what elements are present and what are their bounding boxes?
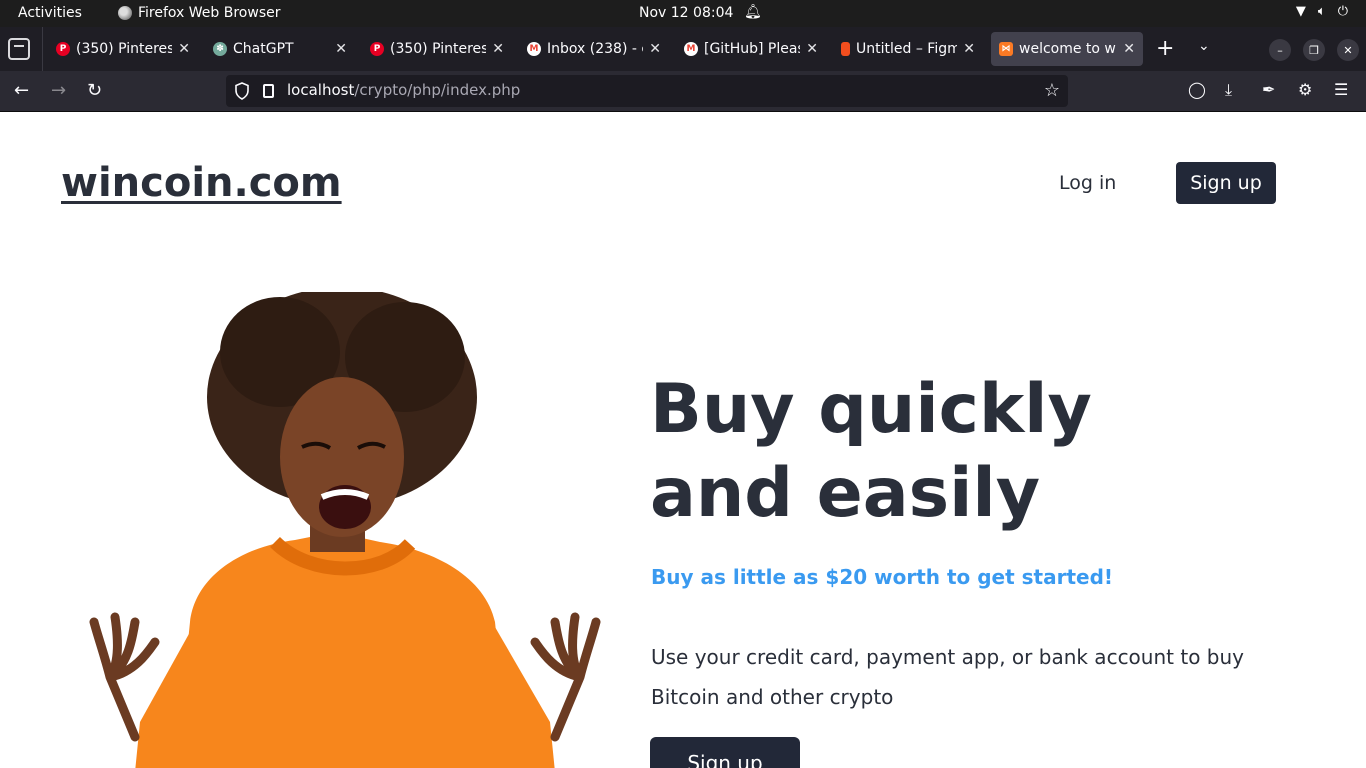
- tab-title: Inbox (238) - co: [547, 41, 643, 57]
- tab[interactable]: ✽ ChatGPT ✕: [205, 32, 355, 66]
- close-icon[interactable]: ✕: [178, 41, 190, 57]
- gmail-icon: M: [527, 42, 541, 56]
- tab-title: [GitHub] Please: [704, 41, 800, 57]
- tab-title: Untitled – Figm: [856, 41, 958, 57]
- tab-title: welcome to wir: [1019, 41, 1118, 57]
- hero-signup-button[interactable]: Sign up: [650, 737, 800, 768]
- color-picker-icon[interactable]: ✒: [1262, 80, 1275, 99]
- list-all-tabs-icon[interactable]: ⌄: [1198, 38, 1210, 54]
- shield-icon[interactable]: [234, 82, 250, 100]
- close-icon[interactable]: ✕: [335, 41, 347, 57]
- reload-icon[interactable]: ↻: [87, 80, 102, 102]
- close-icon[interactable]: ✕: [963, 41, 975, 57]
- tab-title: (350) Pinterest: [76, 41, 173, 57]
- pocket-icon[interactable]: ◯: [1188, 80, 1206, 99]
- hero-description: Use your credit card, payment app, or ba…: [651, 645, 1244, 709]
- forward-arrow-icon[interactable]: →: [51, 80, 66, 102]
- close-icon[interactable]: ✕: [806, 41, 818, 57]
- tab[interactable]: Untitled – Figm ✕: [833, 32, 983, 66]
- url-text[interactable]: localhost/crypto/php/index.php: [287, 81, 520, 99]
- tab[interactable]: P (350) Pinterest ✕: [362, 32, 512, 66]
- gmail-icon: M: [684, 42, 698, 56]
- pinterest-icon: P: [56, 42, 70, 56]
- close-icon[interactable]: ✕: [1123, 41, 1135, 57]
- volume-icon: 🔈︎: [1317, 4, 1326, 19]
- tab-active[interactable]: ⋈ welcome to wir ✕: [991, 32, 1143, 66]
- minimize-icon[interactable]: –: [1269, 39, 1291, 61]
- firefox-icon: [118, 6, 132, 20]
- figma-icon: [841, 42, 850, 56]
- close-icon[interactable]: ✕: [649, 41, 661, 57]
- site-logo-link[interactable]: wincoin.com: [61, 160, 342, 206]
- close-icon[interactable]: ✕: [492, 41, 504, 57]
- app-name: Firefox Web Browser: [138, 5, 281, 21]
- close-window-icon[interactable]: ✕: [1337, 39, 1359, 61]
- tab-title: (350) Pinterest: [390, 41, 487, 57]
- clock[interactable]: Nov 12 08:04: [639, 5, 733, 21]
- extensions-icon[interactable]: ⚙: [1298, 80, 1312, 99]
- tab[interactable]: M Inbox (238) - co ✕: [519, 32, 669, 66]
- header-signup-button[interactable]: Sign up: [1176, 162, 1276, 204]
- tab-separator: [42, 27, 43, 71]
- maximize-icon[interactable]: ❐: [1303, 39, 1325, 61]
- address-bar[interactable]: localhost/crypto/php/index.php ☆: [226, 75, 1068, 107]
- hero-title: Buy quickly and easily: [650, 368, 1270, 536]
- app-menu[interactable]: Firefox Web Browser: [118, 5, 281, 21]
- tab-title: ChatGPT: [233, 41, 294, 57]
- system-top-bar: Activities Firefox Web Browser Nov 12 08…: [0, 0, 1366, 27]
- tab[interactable]: P (350) Pinterest ✕: [48, 32, 198, 66]
- menu-icon[interactable]: ☰: [1334, 80, 1348, 99]
- pinterest-icon: P: [370, 42, 384, 56]
- chatgpt-icon: ✽: [213, 42, 227, 56]
- xampp-icon: ⋈: [999, 42, 1013, 56]
- bell-icon: 🔔︎: [744, 4, 762, 20]
- hero-title-line: and easily: [650, 454, 1041, 533]
- login-link[interactable]: Log in: [1059, 172, 1116, 194]
- tab[interactable]: M [GitHub] Please ✕: [676, 32, 826, 66]
- hero-subtitle: Buy as little as $20 worth to get starte…: [651, 565, 1114, 589]
- power-icon: ⏻: [1337, 4, 1348, 19]
- downloads-icon[interactable]: ⤓: [1225, 80, 1232, 100]
- hero-image: [89, 292, 601, 768]
- hero-title-line: Buy quickly: [650, 370, 1092, 449]
- activities-button[interactable]: Activities: [18, 5, 82, 21]
- new-tab-button[interactable]: +: [1156, 36, 1174, 61]
- page-info-icon[interactable]: [263, 84, 274, 98]
- tab-strip: P (350) Pinterest ✕ ✽ ChatGPT ✕ P (350) …: [0, 27, 1366, 71]
- firefox-view-icon[interactable]: [8, 38, 30, 60]
- web-page: wincoin.com Log in Sign up Buy quickly a…: [0, 112, 1366, 768]
- wifi-icon: ▼: [1295, 4, 1306, 19]
- bookmark-star-icon[interactable]: ☆: [1044, 80, 1060, 101]
- back-arrow-icon[interactable]: ←: [14, 80, 29, 102]
- navigation-toolbar: ← → ↻ localhost/crypto/php/index.php ☆ ◯…: [0, 71, 1366, 111]
- system-menu[interactable]: ▼ 🔈︎ ⏻: [1296, 4, 1348, 19]
